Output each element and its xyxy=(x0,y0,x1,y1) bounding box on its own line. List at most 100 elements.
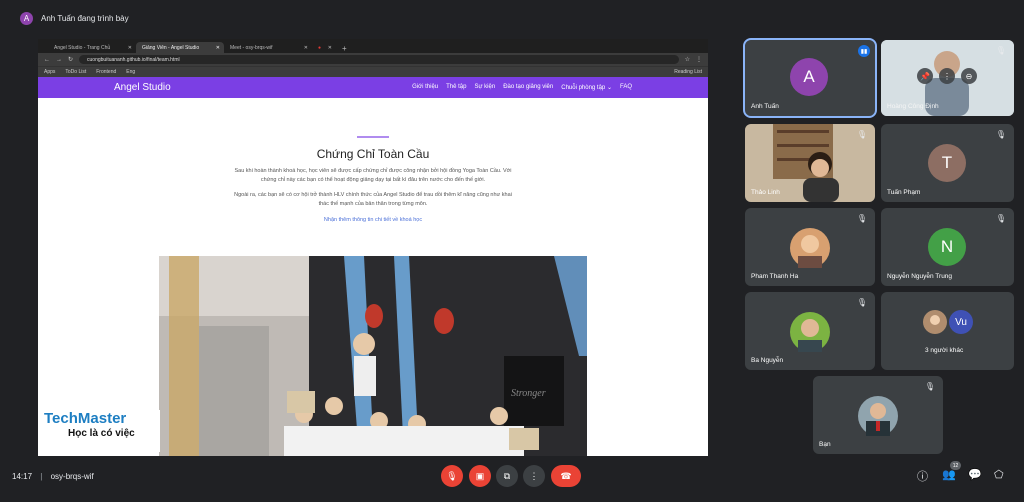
bookmark-item[interactable]: Apps xyxy=(44,69,55,75)
meeting-code: osy-brqs-wif xyxy=(50,472,94,481)
bookmarks-bar: Apps ToDo List Frontend Eng Reading List xyxy=(38,66,708,77)
presenter-status: Anh Tuấn đang trình bày xyxy=(41,13,129,23)
participant-tile-others[interactable]: Vu 3 người khác xyxy=(881,292,1014,370)
self-tile[interactable]: 🎙 Bạn xyxy=(813,376,943,454)
participant-name: Bạn xyxy=(819,441,831,448)
mic-off-icon: 🎙 xyxy=(856,214,867,223)
nav-link[interactable]: FAQ xyxy=(620,84,632,91)
participant-tile[interactable]: 🎙 Pham Thanh Ha xyxy=(745,208,875,286)
meeting-info: 14:17 | osy-brqs-wif xyxy=(12,472,94,481)
avatar: A xyxy=(790,58,828,96)
avatar xyxy=(790,312,830,352)
mic-toggle-button[interactable]: 🎙 xyxy=(441,465,463,487)
participant-tile[interactable]: T 🎙 Tuấn Phạm xyxy=(881,124,1014,202)
presenter-avatar: A xyxy=(20,11,33,25)
participant-tile[interactable]: 🎙 Hoàng Công Định 📌 ⋮ ⊖ xyxy=(881,40,1014,116)
more-vert-icon: ⋮ xyxy=(529,470,539,481)
nav-link[interactable]: Giới thiệu xyxy=(412,84,438,91)
tab-label: Meet - osy-brqs-wif xyxy=(230,44,273,51)
present-button[interactable]: ⧉ xyxy=(496,465,518,487)
site-brand[interactable]: Angel Studio xyxy=(114,82,171,93)
nav-link[interactable]: Đào tạo giảng viên xyxy=(503,84,553,91)
watermark-title: TechMaster xyxy=(44,410,127,427)
meeting-controls-bar: 14:17 | osy-brqs-wif 🎙 ▣ ⧉ ⋮ ☎ ⓘ 👥 💬 ⬠ xyxy=(0,460,1024,502)
mic-off-icon: 🎙 xyxy=(924,382,935,391)
participant-name: Anh Tuấn xyxy=(751,103,779,110)
chat-icon[interactable]: 💬 xyxy=(968,468,982,481)
nav-link-label: Chuỗi phòng tập xyxy=(561,85,606,91)
end-call-button[interactable]: ☎ xyxy=(551,465,581,487)
participant-name: Nguyễn Nguyễn Trung xyxy=(887,273,953,280)
browser-tab[interactable]: Meet - osy-brqs-wif ✕ xyxy=(224,42,312,53)
nav-link-dropdown[interactable]: Chuỗi phòng tập ⌄ xyxy=(561,84,612,91)
present-screen-icon: ⧉ xyxy=(503,470,511,481)
avatar xyxy=(923,310,947,334)
bookmark-item[interactable]: Frontend xyxy=(96,69,116,75)
close-icon[interactable]: ✕ xyxy=(128,45,132,51)
section-paragraph: Ngoài ra, các bạn sẽ có cơ hội trở thành… xyxy=(234,192,512,207)
mic-off-icon: 🎙 xyxy=(446,470,458,481)
presenting-bar: A Anh Tuấn đang trình bày xyxy=(0,0,1024,36)
watermark-subtitle: Học là có việc xyxy=(68,428,135,439)
site-nav-links: Giới thiệu Thẻ tập Sự kiện Đào tạo giảng… xyxy=(412,84,632,91)
close-icon[interactable]: ✕ xyxy=(328,45,332,51)
people-count-badge: 12 xyxy=(950,461,961,470)
reload-icon[interactable]: ↻ xyxy=(68,56,73,63)
avatar xyxy=(858,396,898,436)
participant-tile[interactable]: N 🎙 Nguyễn Nguyễn Trung xyxy=(881,208,1014,286)
menu-icon[interactable]: ⋮ xyxy=(696,56,702,63)
camera-toggle-button[interactable]: ▣ xyxy=(469,465,491,487)
tab-label: Giảng Viên - Angel Studio xyxy=(142,44,200,51)
participant-tile[interactable]: 🎙 Ba Nguyễn xyxy=(745,292,875,370)
new-tab-icon[interactable]: + xyxy=(336,44,353,53)
forward-icon[interactable]: → xyxy=(56,57,62,63)
speaking-icon: ▮▮ xyxy=(858,45,870,57)
separator: | xyxy=(40,472,43,481)
activities-icon[interactable]: ⬠ xyxy=(994,468,1004,481)
techmaster-watermark: TechMaster Học là có việc xyxy=(42,410,160,452)
remove-icon[interactable]: ⊖ xyxy=(961,68,977,84)
section-divider xyxy=(357,136,389,138)
url-field[interactable]: cuongbuituananh.github.io/final/team.htm… xyxy=(79,55,679,64)
avatar: N xyxy=(928,228,966,266)
address-bar: ← → ↻ cuongbuituananh.github.io/final/te… xyxy=(38,53,708,66)
close-icon[interactable]: ✕ xyxy=(304,45,308,51)
mic-off-icon: 🎙 xyxy=(995,46,1006,55)
avatar: T xyxy=(928,144,966,182)
tab-label: Angel Studio - Trang Chủ xyxy=(54,44,111,51)
mic-off-icon: 🎙 xyxy=(856,298,867,307)
more-options-button[interactable]: ⋮ xyxy=(523,465,545,487)
camera-off-icon: ▣ xyxy=(475,470,485,481)
bookmark-item[interactable]: ToDo List xyxy=(65,69,86,75)
avatar: Vu xyxy=(949,310,973,334)
browser-tabstrip: Angel Studio - Trang Chủ ✕ Giảng Viên - A… xyxy=(38,39,708,53)
participant-name: Hoàng Công Định xyxy=(887,103,939,110)
mic-off-icon: 🎙 xyxy=(995,214,1006,223)
participant-tile[interactable]: A ▮▮ Anh Tuấn xyxy=(743,38,877,118)
nav-link[interactable]: Thẻ tập xyxy=(446,84,466,91)
photo-sign-text: Stronger xyxy=(511,388,546,399)
more-options-icon[interactable]: ⋮ xyxy=(939,68,955,84)
browser-tab-active[interactable]: Giảng Viên - Angel Studio ✕ xyxy=(136,42,224,53)
close-icon[interactable]: ✕ xyxy=(216,45,220,51)
avatar xyxy=(790,228,830,268)
recording-icon: ● xyxy=(318,44,322,51)
browser-tab[interactable]: ● ✕ xyxy=(312,42,336,53)
chevron-down-icon: ⌄ xyxy=(606,85,612,91)
browser-tab[interactable]: Angel Studio - Trang Chủ ✕ xyxy=(48,42,136,53)
reading-list[interactable]: Reading List xyxy=(674,69,702,75)
star-icon[interactable]: ☆ xyxy=(685,56,690,63)
site-navbar: Angel Studio Giới thiệu Thẻ tập Sự kiện … xyxy=(38,77,708,98)
pin-icon[interactable]: 📌 xyxy=(917,68,933,84)
photo-illustration: Stronger xyxy=(159,256,587,456)
yoga-class-photo: Stronger xyxy=(159,256,587,456)
participant-name: Pham Thanh Ha xyxy=(751,273,799,280)
nav-link[interactable]: Sự kiện xyxy=(474,84,495,91)
phone-hangup-icon: ☎ xyxy=(560,470,572,481)
participant-tile[interactable]: 🎙 Thảo Linh xyxy=(745,124,875,202)
back-icon[interactable]: ← xyxy=(44,57,50,63)
bookmark-item[interactable]: Eng xyxy=(126,69,135,75)
meeting-details-icon[interactable]: ⓘ xyxy=(917,468,928,484)
course-info-link[interactable]: Nhận thêm thông tin chi tiết về khoá học xyxy=(38,217,708,223)
clock-time: 14:17 xyxy=(12,472,33,481)
